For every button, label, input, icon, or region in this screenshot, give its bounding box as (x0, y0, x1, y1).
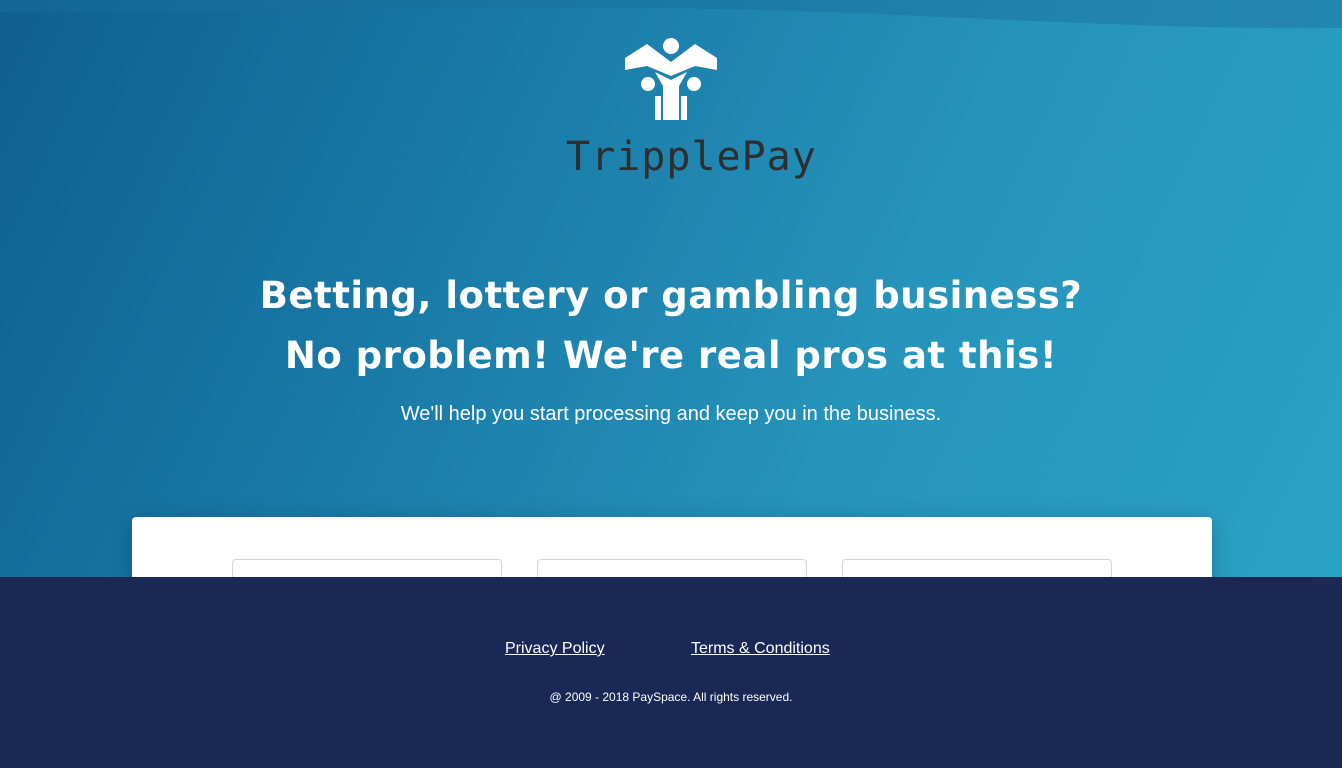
hero-section: TripplePay Betting, lottery or gambling … (0, 0, 1342, 577)
three-people-logo-icon (625, 38, 717, 120)
privacy-policy-link[interactable]: Privacy Policy (505, 638, 605, 660)
hero-headline: Betting, lottery or gambling business? N… (0, 266, 1342, 386)
headline-line-2: No problem! We're real pros at this! (284, 334, 1058, 377)
brand-logo[interactable]: TripplePay (566, 30, 817, 190)
headline-line-1: Betting, lottery or gambling business? (259, 274, 1083, 317)
page-footer: Privacy Policy Terms & Conditions @ 2009… (0, 577, 1342, 768)
copyright-text: @ 2009 - 2018 PaySpace. All rights reser… (549, 690, 793, 704)
brand-wordmark: TripplePay (566, 134, 817, 180)
landing-page: TripplePay Betting, lottery or gambling … (0, 0, 1342, 768)
hero-subline: We'll help you start processing and keep… (400, 403, 942, 425)
terms-conditions-link[interactable]: Terms & Conditions (691, 638, 830, 660)
